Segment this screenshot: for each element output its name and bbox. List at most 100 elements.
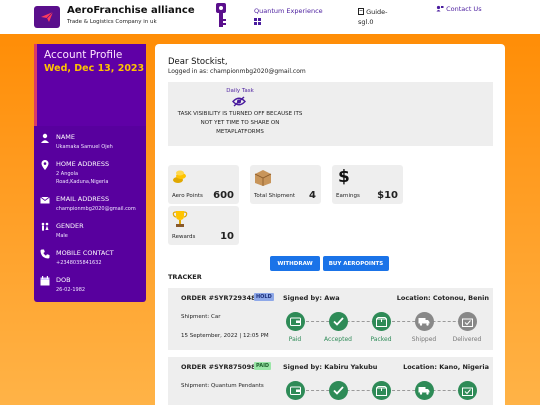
step-paid: Paid (272, 312, 318, 343)
step-label: Paid (288, 336, 302, 343)
step-delivered: Delivered (444, 312, 490, 343)
dashboard-main: Dear Stockist, Logged in as: championmbg… (155, 44, 505, 405)
field-value: 26-02-1982 (56, 287, 86, 293)
daily-task-box: Daily Task TASK VISIBILITY IS TURNED OFF… (168, 82, 493, 146)
gender-icon (41, 222, 49, 231)
step-label: Packed (370, 336, 392, 343)
stat-value: 4 (309, 190, 316, 201)
step-delivered (444, 381, 490, 400)
step-packed (358, 381, 404, 400)
order-id: ORDER #SYR729348 (181, 294, 256, 302)
stat-card-aero-points: Aero Points 600 (168, 165, 239, 204)
grid-icon[interactable] (254, 18, 261, 25)
field-value: championmbg2020@gmail.com (56, 206, 136, 212)
top-navbar: AeroFranchise alliance Trade & Logistics… (0, 0, 540, 34)
step-shipped: Shipped (401, 312, 447, 343)
daily-task-message: TASK VISIBILITY IS TURNED OFF BECAUSE IT… (177, 111, 303, 135)
step-label: Delivered (452, 336, 482, 343)
dollar-icon: $ (338, 167, 350, 187)
box-icon (254, 170, 272, 186)
field-value: +2348035841632 (56, 260, 102, 266)
brand-logo[interactable] (34, 6, 60, 28)
location-pin-icon (41, 160, 49, 170)
stat-label: Earnings (336, 193, 360, 199)
field-value: 2 Angola Road,Kaduna,Nigeria (56, 170, 108, 186)
order-id: ORDER #SYR875098 (181, 363, 256, 371)
stat-card-rewards: Rewards 10 (168, 206, 239, 245)
stat-value: 10 (220, 231, 234, 242)
package-icon (371, 312, 391, 331)
delivered-box-icon (457, 312, 477, 331)
field-label: DOB (56, 276, 71, 284)
calendar-icon (40, 276, 50, 286)
eye-slash-icon (232, 96, 246, 107)
status-badge: PAID (254, 362, 272, 370)
address-line-1: 2 Angola (56, 171, 79, 177)
delivered-box-icon (457, 381, 477, 400)
step-accepted (315, 381, 361, 400)
order-signed-by: Signed by: Awa (283, 294, 340, 302)
step-label: Accepted (324, 336, 352, 343)
user-icon (41, 133, 49, 143)
order-shipment: Shipment: Car (181, 314, 221, 320)
field-label: HOME ADDRESS (56, 160, 110, 168)
nav-contact-label: Contact Us (446, 5, 482, 13)
nav-guide[interactable]: Guide-sgl.0 (358, 7, 398, 27)
field-label: NAME (56, 133, 76, 141)
field-value: Male (56, 233, 68, 239)
truck-icon (414, 312, 434, 331)
check-icon (328, 381, 348, 400)
step-accepted: Accepted (315, 312, 361, 343)
wallet-icon (285, 381, 305, 400)
brand-subtitle: Trade & Logistics Company in uk (67, 19, 157, 25)
field-label: GENDER (56, 222, 84, 230)
stat-value: 600 (213, 190, 234, 201)
step-label: Shipped (411, 336, 437, 343)
order-shipment: Shipment: Quantum Pendants (181, 383, 264, 389)
contact-icon (436, 5, 444, 12)
account-profile-panel: Account Profile Wed, Dec 13, 2023 NAME U… (34, 44, 146, 302)
withdraw-button[interactable]: WITHDRAW (270, 256, 320, 271)
paper-plane-icon (41, 11, 54, 22)
stat-card-earnings: $ Earnings $10 (332, 165, 403, 204)
order-signed-by: Signed by: Kabiru Yakubu (283, 363, 378, 371)
profile-title: Account Profile (44, 49, 123, 61)
envelope-icon (40, 196, 50, 204)
address-line-2: Road,Kaduna,Nigeria (56, 179, 109, 185)
stat-label: Rewards (172, 234, 196, 240)
truck-icon (414, 381, 434, 400)
stat-card-total-shipment: Total Shipment 4 (250, 165, 321, 204)
phone-icon (40, 249, 50, 259)
book-icon (358, 8, 364, 15)
step-paid (272, 381, 318, 400)
key-icon[interactable] (214, 3, 228, 29)
stat-label: Aero Points (172, 193, 203, 199)
check-icon (328, 312, 348, 331)
buy-aeropoints-button[interactable]: BUY AEROPOINTS (323, 256, 389, 271)
order-date: 15 September, 2022 | 12:05 PM (181, 333, 269, 339)
trophy-icon (172, 211, 188, 227)
stat-value: $10 (377, 190, 398, 201)
order-location: Location: Kano, Nigeria (403, 363, 489, 371)
greeting: Dear Stockist, (168, 57, 228, 67)
order-card: ORDER #SYR875098 PAID Signed by: Kabiru … (168, 357, 493, 405)
coins-icon (173, 170, 186, 183)
step-packed: Packed (358, 312, 404, 343)
daily-task-title: Daily Task (226, 88, 254, 94)
stat-label: Total Shipment (254, 193, 295, 199)
field-label: EMAIL ADDRESS (56, 195, 110, 203)
profile-date: Wed, Dec 13, 2023 (44, 63, 145, 74)
profile-header: Account Profile Wed, Dec 13, 2023 (34, 44, 146, 126)
brand-title: AeroFranchise alliance (67, 5, 195, 16)
order-location: Location: Cotonou, Benin (396, 294, 489, 302)
package-icon (371, 381, 391, 400)
tracker-title: TRACKER (168, 273, 202, 281)
nav-quantum-experience[interactable]: Quantum Experience (254, 7, 323, 15)
step-shipped (401, 381, 447, 400)
nav-contact[interactable]: Contact Us (436, 4, 492, 14)
field-value: Ukamaka Samuel Ojeh (56, 144, 113, 150)
logged-in-as: Logged in as: championmbg2020@gmail.com (168, 68, 306, 75)
status-badge: HOLD (254, 293, 274, 301)
order-card: ORDER #SYR729348 HOLD Signed by: Awa Loc… (168, 288, 493, 350)
wallet-icon (285, 312, 305, 331)
